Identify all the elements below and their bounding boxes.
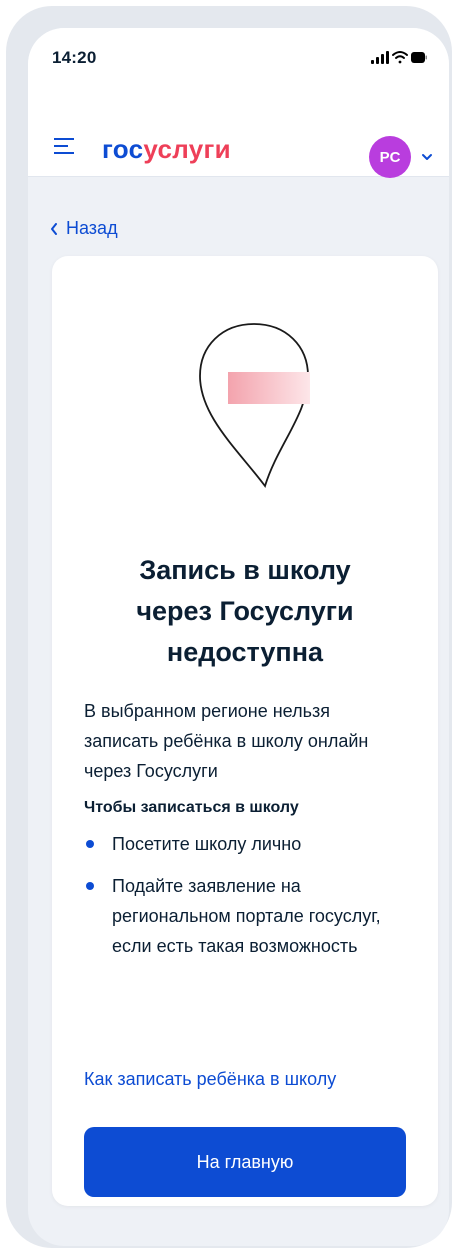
- list-item: Посетите школу лично: [84, 829, 404, 859]
- list-item-text: Посетите школу лично: [112, 834, 302, 854]
- bullet-icon: [86, 840, 94, 848]
- logo-part-gos: гос: [102, 134, 144, 164]
- battery-icon: [411, 52, 427, 63]
- logo-part-uslugi: услуги: [143, 134, 231, 164]
- how-to-enroll-link[interactable]: Как записать ребёнка в школу: [84, 1069, 336, 1090]
- signal-icon: [371, 51, 389, 64]
- status-bar: 14:20: [28, 28, 449, 80]
- app-header: госуслуги PC: [28, 80, 449, 178]
- info-card: Запись в школу через Госуслуги недоступн…: [52, 256, 438, 1206]
- description-text: В выбранном регионе нельзя записать ребё…: [84, 701, 369, 781]
- chevron-left-icon: [51, 222, 57, 235]
- page-title: Запись в школу через Госуслуги недоступн…: [72, 550, 418, 673]
- title-line: недоступна: [166, 637, 324, 667]
- list-item-text: Подайте заявление на региональном портал…: [112, 876, 381, 956]
- title-line: через Госуслуги: [136, 596, 354, 626]
- gosuslugi-logo[interactable]: госуслуги: [102, 134, 231, 164]
- back-link[interactable]: Назад: [50, 218, 118, 239]
- system-status-icons: [371, 51, 427, 64]
- list-item: Подайте заявление на региональном портал…: [84, 871, 404, 961]
- title-line: Запись в школу: [139, 555, 351, 585]
- back-label: Назад: [66, 218, 118, 238]
- map-pin-icon: [199, 323, 310, 488]
- bullet-icon: [86, 882, 94, 890]
- go-home-button[interactable]: На главную: [84, 1127, 406, 1197]
- avatar[interactable]: PC: [369, 136, 411, 178]
- menu-icon[interactable]: [54, 138, 74, 154]
- steps-list: Посетите школу лично Подайте заявление н…: [84, 829, 404, 973]
- steps-heading: Чтобы записаться в школу: [84, 799, 299, 816]
- avatar-initials: PC: [379, 148, 401, 166]
- chevron-down-icon[interactable]: [421, 152, 433, 162]
- status-time: 14:20: [52, 48, 97, 67]
- phone-frame: 14:20 госуслуги PC Назад Запись в школу …: [6, 6, 452, 1248]
- wifi-icon: [392, 51, 408, 64]
- app-screen: 14:20 госуслуги PC Назад Запись в школу …: [28, 28, 449, 1246]
